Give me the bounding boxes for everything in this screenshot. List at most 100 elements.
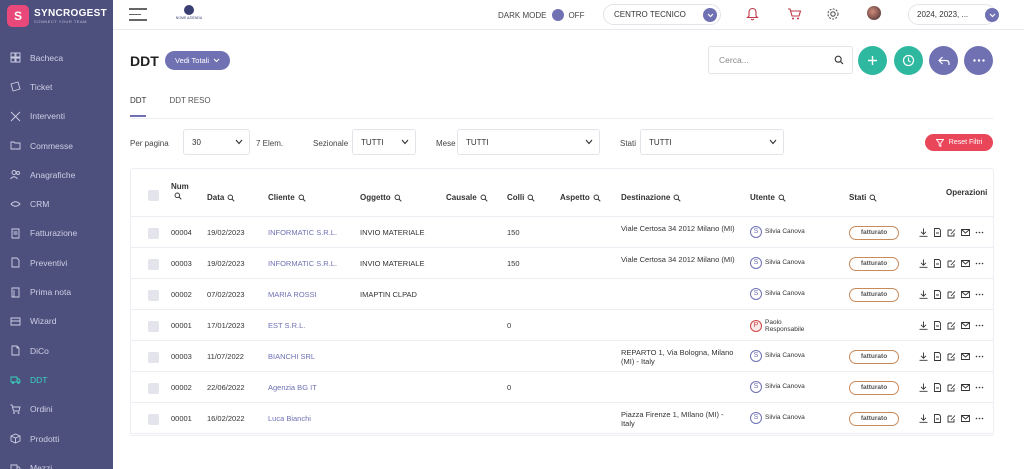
gear-icon[interactable]: [825, 6, 841, 22]
per-page-select[interactable]: 30: [183, 129, 250, 155]
status-badge[interactable]: fatturato: [849, 411, 899, 426]
column-search-icon[interactable]: [775, 193, 786, 202]
pdf-icon[interactable]: [933, 413, 942, 423]
column-header-num[interactable]: Num: [171, 182, 189, 200]
history-button[interactable]: [894, 46, 923, 75]
download-icon[interactable]: [919, 352, 928, 361]
search-icon[interactable]: [834, 55, 844, 67]
column-search-icon[interactable]: [866, 193, 877, 202]
pdf-icon[interactable]: [933, 227, 942, 237]
row-checkbox[interactable]: [148, 227, 159, 239]
status-badge[interactable]: fatturato: [849, 256, 899, 271]
sidebar-item-fatturazione[interactable]: Fatturazione: [0, 219, 113, 248]
column-header-operazioni[interactable]: Operazioni: [946, 188, 987, 197]
more-icon[interactable]: [975, 290, 984, 299]
toggle-knob-icon[interactable]: [552, 9, 565, 21]
mail-icon[interactable]: [961, 228, 970, 237]
row-client-link[interactable]: BIANCHI SRL: [268, 352, 315, 361]
mese-select[interactable]: TUTTI: [457, 129, 600, 155]
edit-icon[interactable]: [947, 259, 956, 268]
sidebar-item-crm[interactable]: CRM: [0, 189, 113, 218]
more-icon[interactable]: [975, 259, 984, 268]
add-button[interactable]: [858, 46, 887, 75]
column-search-icon[interactable]: [524, 193, 535, 202]
mail-icon[interactable]: [961, 321, 970, 330]
column-header-oggetto[interactable]: Oggetto: [360, 193, 402, 202]
sidebar-item-preventivi[interactable]: Preventivi: [0, 248, 113, 277]
status-badge[interactable]: fatturato: [849, 225, 899, 240]
sidebar-item-mezzi[interactable]: Mezzi: [0, 453, 113, 469]
mail-icon[interactable]: [961, 383, 970, 392]
column-header-stati[interactable]: Stati: [849, 193, 877, 202]
column-search-icon[interactable]: [477, 193, 488, 202]
user-avatar[interactable]: [867, 6, 881, 20]
back-button[interactable]: [929, 46, 958, 75]
sidebar-item-ticket[interactable]: Ticket: [0, 72, 113, 101]
menu-toggle-icon[interactable]: [129, 8, 147, 21]
search-input[interactable]: Cerca...: [719, 55, 749, 65]
edit-icon[interactable]: [947, 414, 956, 423]
pdf-icon[interactable]: [933, 258, 942, 268]
row-client-link[interactable]: INFORMATIC S.R.L.: [268, 228, 337, 237]
select-all-checkbox[interactable]: [148, 190, 159, 201]
sidebar-item-interventi[interactable]: Interventi: [0, 102, 113, 131]
row-client-link[interactable]: EST S.R.L.: [268, 321, 305, 330]
status-badge[interactable]: fatturato: [849, 349, 899, 364]
sidebar-item-prima-nota[interactable]: Prima nota: [0, 277, 113, 306]
search-box[interactable]: Cerca...: [708, 46, 853, 74]
column-header-cliente[interactable]: Cliente: [268, 193, 306, 202]
mail-icon[interactable]: [961, 259, 970, 268]
column-header-aspetto[interactable]: Aspetto: [560, 193, 601, 202]
sezionale-select[interactable]: TUTTI: [352, 129, 416, 155]
pdf-icon[interactable]: [933, 289, 942, 299]
column-search-icon[interactable]: [391, 193, 402, 202]
download-icon[interactable]: [919, 414, 928, 423]
more-icon[interactable]: [975, 352, 984, 361]
row-checkbox[interactable]: [148, 320, 159, 332]
tab-ddt[interactable]: DDT: [130, 96, 147, 117]
row-checkbox[interactable]: [148, 351, 159, 363]
sidebar-item-ddt[interactable]: DDT: [0, 365, 113, 394]
edit-icon[interactable]: [947, 290, 956, 299]
cart-icon[interactable]: [786, 6, 802, 22]
more-icon[interactable]: [975, 228, 984, 237]
mail-icon[interactable]: [961, 414, 970, 423]
download-icon[interactable]: [919, 321, 928, 330]
status-badge[interactable]: fatturato: [849, 380, 899, 395]
edit-icon[interactable]: [947, 352, 956, 361]
sidebar-item-prodotti[interactable]: Prodotti: [0, 424, 113, 453]
row-client-link[interactable]: Agenzia BG IT: [268, 383, 317, 392]
row-client-link[interactable]: MARIA ROSSI: [268, 290, 317, 299]
row-checkbox[interactable]: [148, 382, 159, 394]
company-logo[interactable]: NOME AZIENDA: [176, 5, 202, 25]
download-icon[interactable]: [919, 228, 928, 237]
sidebar-item-dico[interactable]: DiCo: [0, 336, 113, 365]
download-icon[interactable]: [919, 290, 928, 299]
column-header-colli[interactable]: Colli: [507, 193, 535, 202]
column-search-icon[interactable]: [590, 193, 601, 202]
tab-ddt-reso[interactable]: DDT RESO: [169, 96, 210, 117]
status-badge[interactable]: fatturato: [849, 287, 899, 302]
row-checkbox[interactable]: [148, 258, 159, 270]
column-header-data[interactable]: Data: [207, 193, 235, 202]
column-search-icon[interactable]: [670, 193, 681, 202]
column-search-icon[interactable]: [171, 191, 182, 200]
row-checkbox[interactable]: [148, 289, 159, 301]
row-client-link[interactable]: Luca Bianchi: [268, 414, 311, 423]
view-totals-button[interactable]: Vedi Totali: [165, 51, 231, 70]
column-header-causale[interactable]: Causale: [446, 193, 488, 202]
column-search-icon[interactable]: [224, 193, 235, 202]
year-select[interactable]: 2024, 2023, ...: [908, 4, 999, 25]
pdf-icon[interactable]: [933, 351, 942, 361]
sidebar-item-ordini[interactable]: Ordini: [0, 395, 113, 424]
dark-mode-toggle[interactable]: DARK MODE OFF: [498, 9, 584, 21]
sidebar-item-wizard[interactable]: Wizard: [0, 307, 113, 336]
edit-icon[interactable]: [947, 228, 956, 237]
column-header-destinazione[interactable]: Destinazione: [621, 193, 681, 202]
row-checkbox[interactable]: [148, 413, 159, 425]
more-icon[interactable]: [975, 321, 984, 330]
center-select[interactable]: CENTRO TECNICO: [603, 4, 721, 25]
sidebar-item-commesse[interactable]: Commesse: [0, 131, 113, 160]
download-icon[interactable]: [919, 259, 928, 268]
edit-icon[interactable]: [947, 383, 956, 392]
